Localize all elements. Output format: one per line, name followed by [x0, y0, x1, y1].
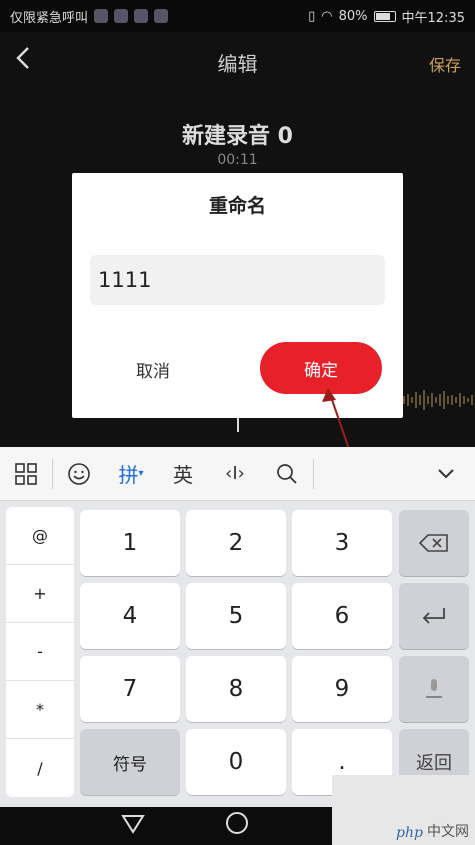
- enter-icon: [422, 608, 445, 624]
- app-icon-2: [154, 9, 169, 23]
- nav-back-icon[interactable]: [120, 812, 146, 836]
- battery-icon: [373, 10, 396, 22]
- backspace-icon: [419, 534, 448, 552]
- save-button[interactable]: 保存: [429, 52, 461, 76]
- symbol-key-plus[interactable]: +: [6, 565, 74, 623]
- confirm-button[interactable]: 确定: [260, 342, 382, 394]
- title-bar: 编辑 保存: [0, 32, 475, 92]
- key-0[interactable]: 0: [186, 729, 286, 795]
- name-input[interactable]: 1111: [90, 255, 385, 305]
- status-right: ▯ ◠ 80% 中午12:35: [308, 7, 465, 26]
- recording-name: 新建录音 0: [182, 124, 293, 149]
- watermark: php 中文网: [332, 775, 475, 845]
- key-6[interactable]: 6: [292, 583, 392, 649]
- symbols-key[interactable]: 符号: [80, 729, 180, 795]
- emoji-icon[interactable]: [53, 447, 105, 501]
- key-9[interactable]: 9: [292, 656, 392, 722]
- backspace-key[interactable]: [399, 510, 469, 576]
- keyboard: 拼 ▾ 英 ‹I› @ + - * / 1 2 3 4 5 6 7 8 9 符号 …: [0, 447, 475, 807]
- key-1[interactable]: 1: [80, 510, 180, 576]
- english-mode[interactable]: 英: [157, 447, 209, 501]
- enter-key[interactable]: [399, 583, 469, 649]
- emergency-text: 仅限紧急呼叫: [10, 10, 89, 26]
- clock: 中午12:35: [401, 10, 465, 26]
- key-5[interactable]: 5: [186, 583, 286, 649]
- symbol-key-at[interactable]: @: [6, 507, 74, 565]
- symbol-key-minus[interactable]: -: [6, 623, 74, 681]
- symbol-column: @ + - * /: [6, 507, 74, 797]
- symbol-key-slash[interactable]: /: [6, 739, 74, 797]
- key-2[interactable]: 2: [186, 510, 286, 576]
- dialog-title: 重命名: [208, 195, 266, 217]
- cancel-button[interactable]: 取消: [108, 347, 198, 391]
- page-title: 编辑: [217, 51, 258, 76]
- toolbar-divider-2: [313, 458, 314, 489]
- watermark-logo: php: [396, 825, 423, 841]
- wifi-icon: ◠: [321, 8, 333, 24]
- symbol-key-star[interactable]: *: [6, 681, 74, 739]
- voice-key[interactable]: [399, 656, 469, 722]
- playhead: [237, 418, 239, 432]
- keyboard-toolbar: 拼 ▾ 英 ‹I›: [0, 447, 475, 501]
- rename-dialog: 重命名 1111 取消 确定: [72, 173, 403, 418]
- vibrate-icon: ▯: [308, 8, 316, 24]
- notification-icon: [94, 9, 109, 23]
- search-icon[interactable]: [261, 447, 313, 501]
- status-bar: 仅限紧急呼叫 ▯ ◠ 80% 中午12:35: [0, 0, 475, 32]
- waveform: [403, 390, 473, 410]
- key-7[interactable]: 7: [80, 656, 180, 722]
- cursor-move-icon[interactable]: ‹I›: [209, 447, 261, 501]
- wechat-icon: [114, 9, 129, 23]
- watermark-text: 中文网: [427, 824, 469, 840]
- recording-duration: 00:11: [217, 152, 258, 168]
- nav-home-icon[interactable]: [226, 812, 248, 834]
- pinyin-label: 拼: [118, 463, 139, 487]
- microphone-icon: [426, 679, 442, 698]
- collapse-keyboard-icon[interactable]: [437, 461, 455, 485]
- app-icon: [134, 9, 149, 23]
- pinyin-mode[interactable]: 拼 ▾: [105, 447, 157, 501]
- key-3[interactable]: 3: [292, 510, 392, 576]
- status-left: 仅限紧急呼叫: [10, 7, 169, 26]
- key-8[interactable]: 8: [186, 656, 286, 722]
- battery-percent: 80%: [338, 8, 368, 24]
- key-4[interactable]: 4: [80, 583, 180, 649]
- grid-menu-icon[interactable]: [0, 447, 52, 501]
- back-chevron-icon[interactable]: [16, 46, 30, 75]
